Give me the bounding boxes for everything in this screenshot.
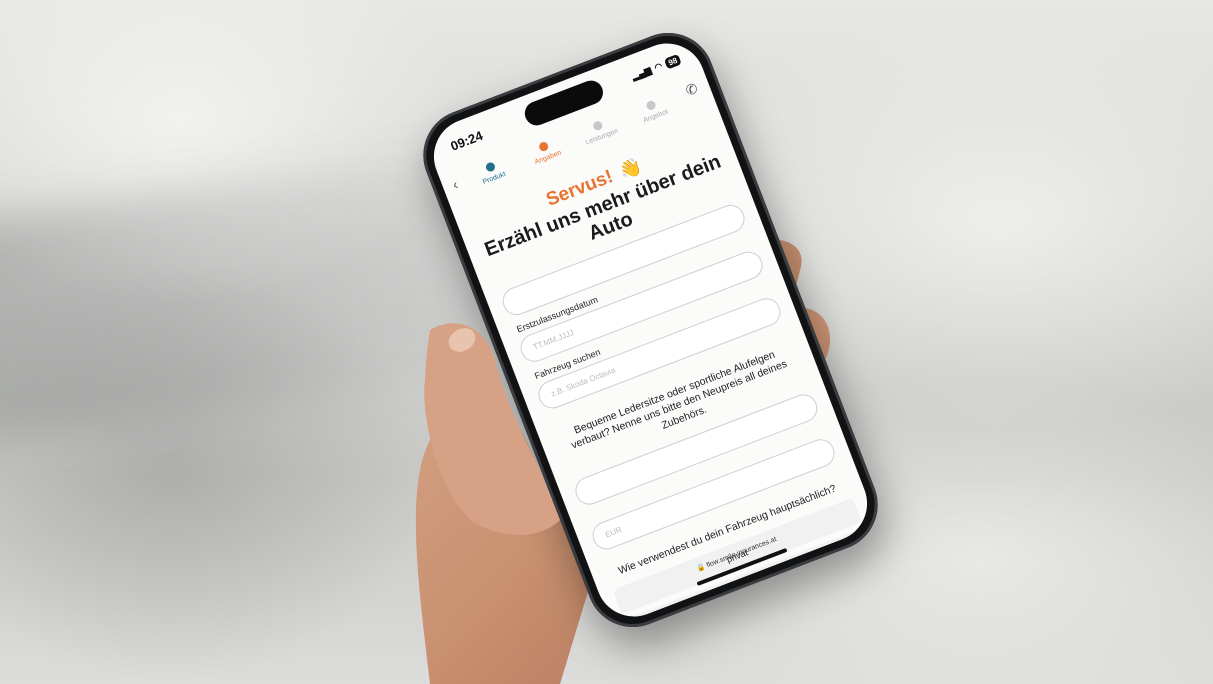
battery-icon: 98 xyxy=(663,53,682,69)
step-angebot[interactable]: Angebot xyxy=(627,92,681,129)
step-label: Leistungen xyxy=(584,127,620,147)
step-dot xyxy=(484,161,496,174)
status-icons: ▂▄▆ ◠ 98 xyxy=(630,53,682,82)
step-dot xyxy=(645,99,658,112)
step-angaben[interactable]: Angaben xyxy=(519,133,573,170)
chevron-left-icon[interactable]: ‹ xyxy=(450,176,460,193)
wifi-icon: ◠ xyxy=(652,60,664,73)
step-label: Produkt xyxy=(481,170,507,186)
step-label: Angebot xyxy=(642,108,670,125)
step-dot xyxy=(538,140,550,153)
step-dot xyxy=(591,120,604,132)
step-label: Angaben xyxy=(533,149,563,167)
step-produkt[interactable]: Produkt xyxy=(465,154,519,191)
step-leistungen[interactable]: Leistungen xyxy=(573,113,627,150)
phone-icon[interactable]: ✆ xyxy=(683,80,700,100)
signal-icon: ▂▄▆ xyxy=(630,64,653,82)
status-time: 09:24 xyxy=(448,127,485,154)
